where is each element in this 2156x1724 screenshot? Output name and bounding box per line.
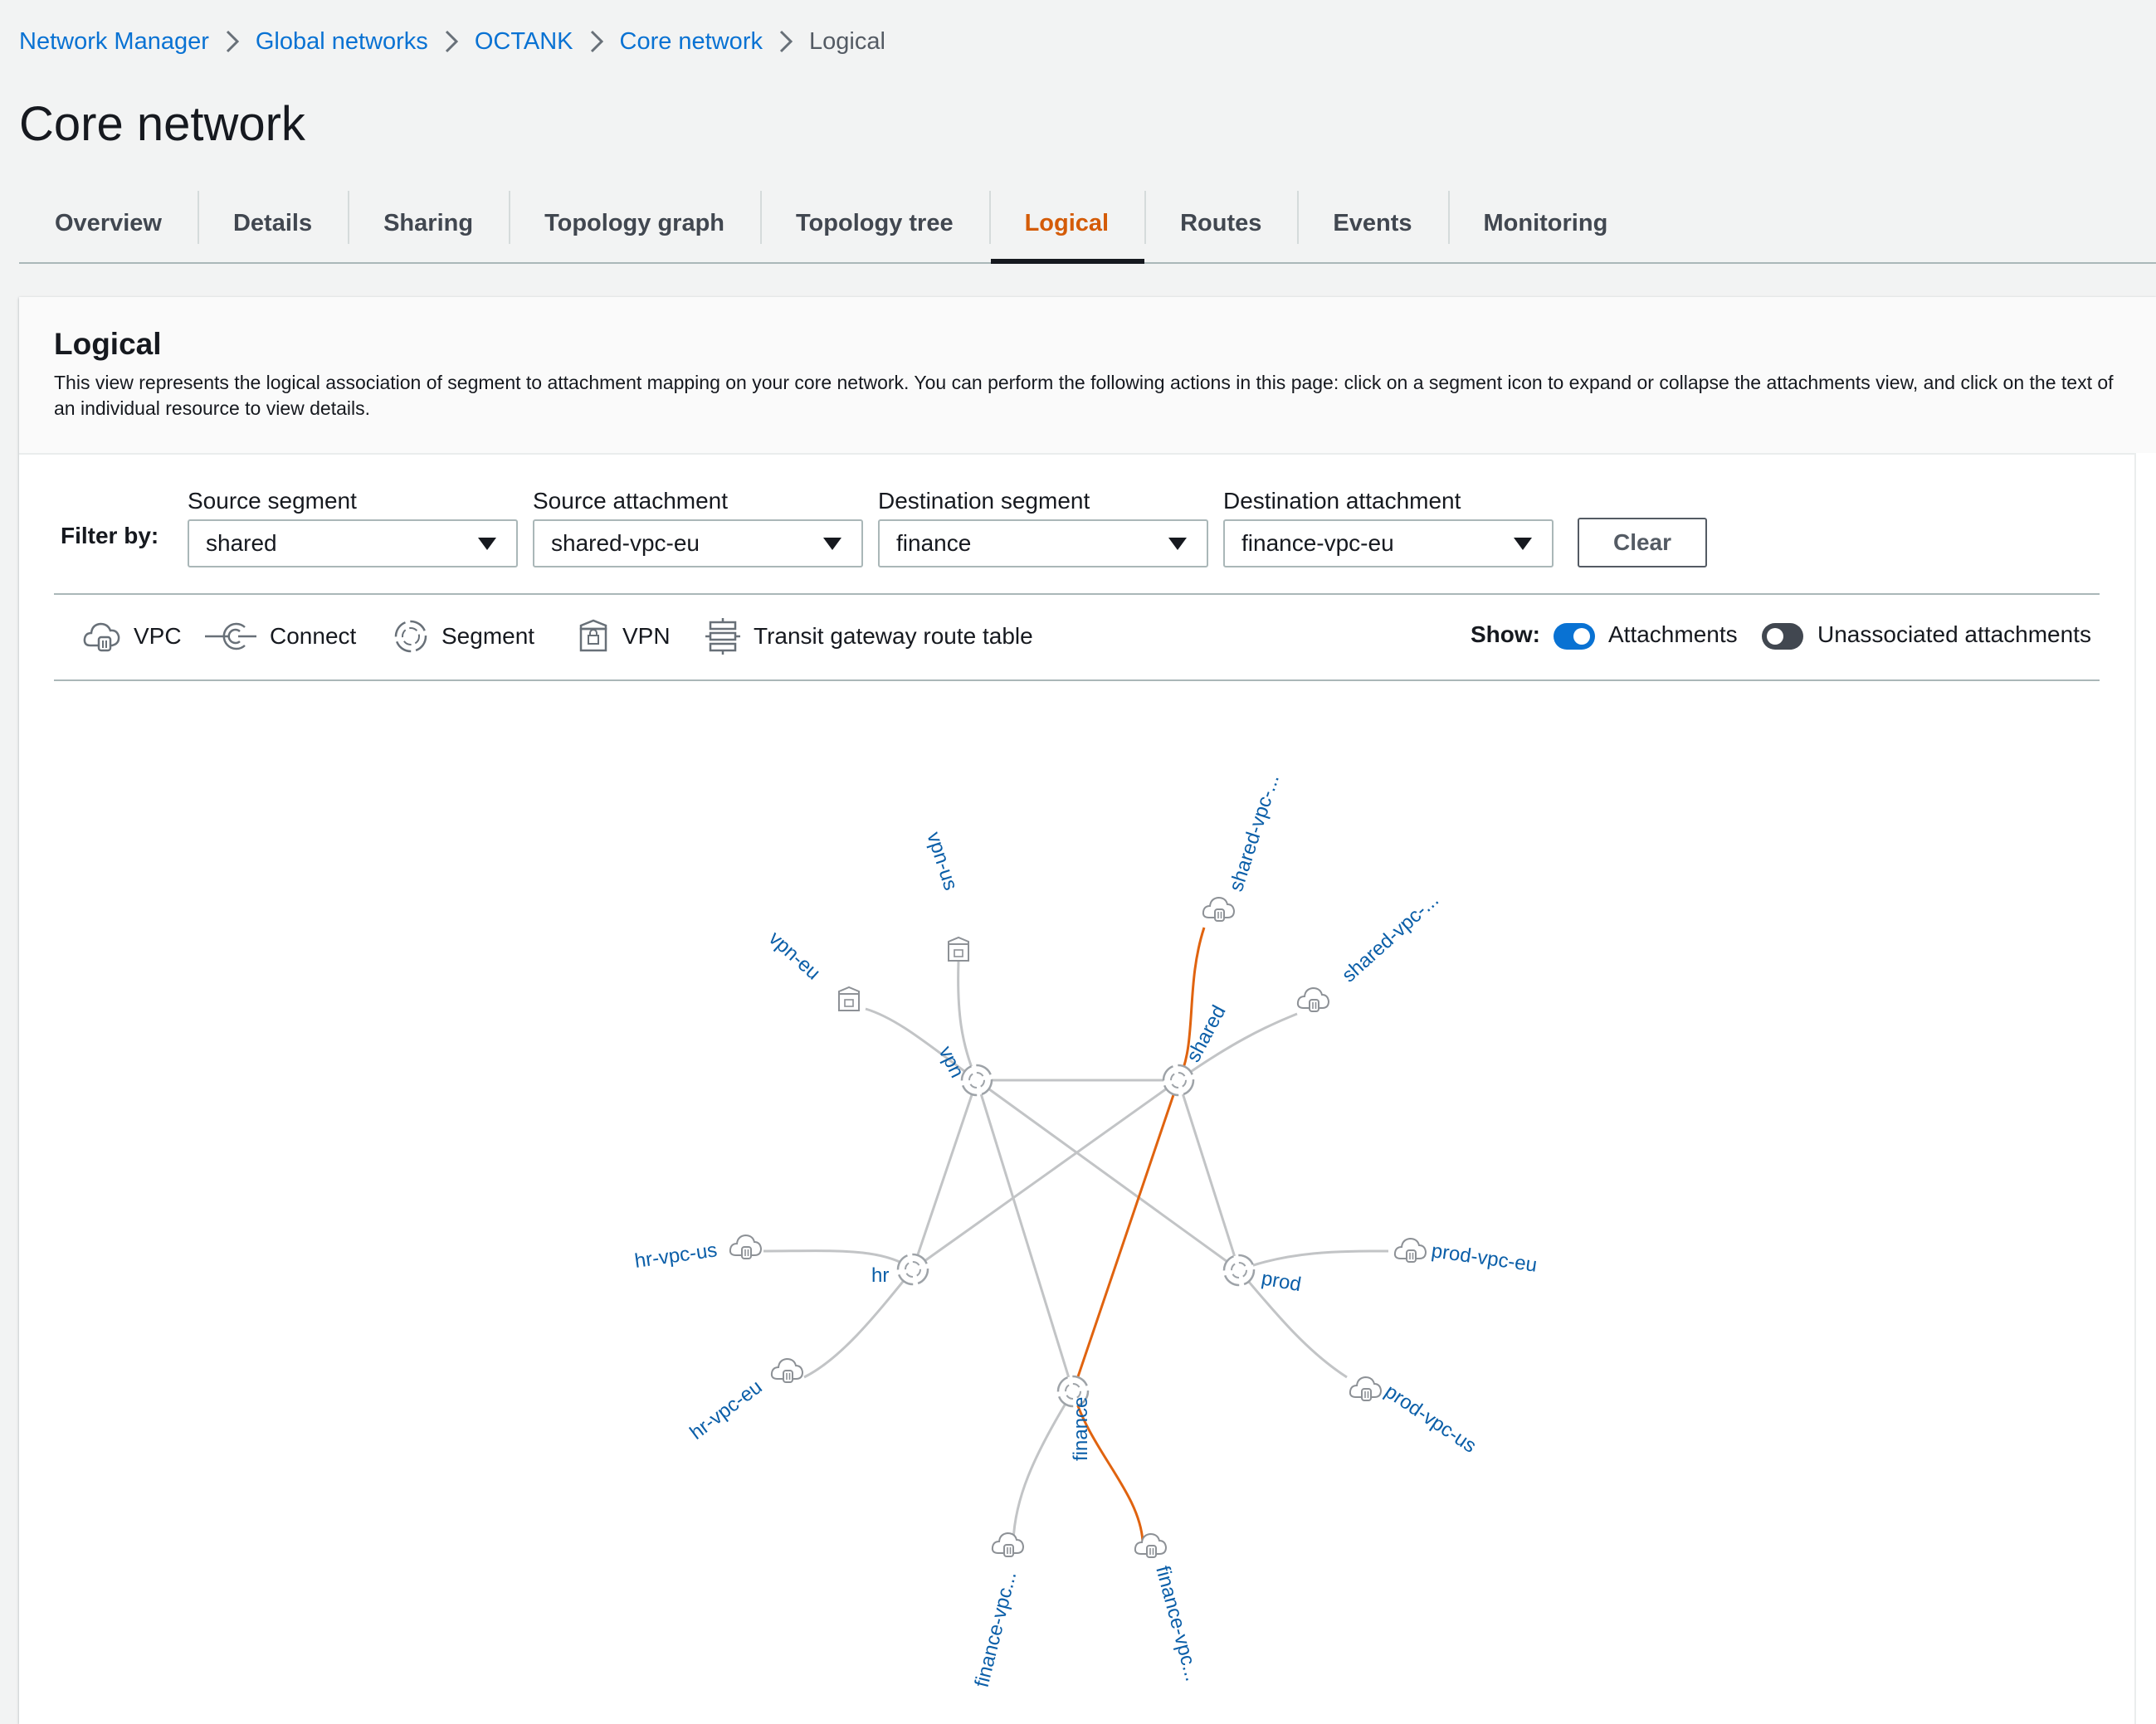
link-vpn-prod: [976, 1079, 1240, 1272]
logical-graph: vpn shared hr prod finance vpn-us vpn-eu…: [633, 772, 1539, 1689]
vpc-node-prod-vpc-us[interactable]: [1349, 1376, 1382, 1401]
tab-details[interactable]: Details: [197, 184, 348, 262]
breadcrumb-octank[interactable]: OCTANK: [475, 28, 573, 56]
attachment-label-vpn-us[interactable]: vpn-us: [922, 830, 962, 894]
segment-node-shared[interactable]: [1162, 1064, 1195, 1097]
vpc-node-shared-vpc-us[interactable]: [1202, 897, 1235, 922]
page-title: Core network: [19, 97, 305, 151]
link-vpn-hr: [911, 1079, 978, 1270]
link-vpn-finance: [975, 1079, 1075, 1392]
link-hr-hr-vpc-us: [763, 1249, 914, 1271]
link-hr-hr-vpc-eu: [803, 1269, 915, 1379]
tab-bar: Overview Details Sharing Topology graph …: [19, 184, 2156, 264]
link-prod-prod-vpc-eu: [1238, 1249, 1389, 1272]
breadcrumb-logical: Logical: [808, 27, 885, 55]
chevron-right-icon: [763, 30, 809, 53]
vpc-node-shared-vpc-eu[interactable]: [1296, 987, 1329, 1012]
tab-monitoring[interactable]: Monitoring: [1447, 184, 1644, 262]
tab-events[interactable]: Events: [1297, 184, 1447, 262]
vpc-node-hr-vpc-us[interactable]: [729, 1235, 762, 1259]
vertical-scrollbar[interactable]: [2134, 453, 2156, 1724]
attachment-label-shared-vpc-us[interactable]: shared-vpc-...: [1225, 772, 1284, 894]
tab-topology-graph[interactable]: Topology graph: [509, 184, 760, 262]
segment-label-prod[interactable]: prod: [1260, 1267, 1303, 1296]
tab-routes[interactable]: Routes: [1144, 184, 1297, 262]
tab-sharing[interactable]: Sharing: [348, 184, 509, 262]
vpn-node-vpn-eu[interactable]: [838, 986, 860, 1011]
breadcrumb-network-manager[interactable]: Network Manager: [19, 28, 209, 56]
breadcrumb-global-networks[interactable]: Global networks: [256, 28, 428, 56]
chevron-right-icon: [209, 30, 256, 53]
attachment-label-finance-vpc-us[interactable]: finance-vpc...: [971, 1569, 1022, 1689]
link-shared-hr: [912, 1079, 1179, 1271]
attachment-label-finance-vpc-eu[interactable]: finance-vpc...: [1151, 1564, 1203, 1684]
chevron-right-icon: [573, 30, 620, 53]
link-finance-finance-vpc-us: [1012, 1390, 1075, 1542]
attachment-label-prod-vpc-us[interactable]: prod-vpc-us: [1381, 1381, 1480, 1458]
chevron-right-icon: [428, 30, 475, 53]
tab-topology-tree[interactable]: Topology tree: [760, 184, 989, 262]
tab-logical[interactable]: Logical: [988, 184, 1145, 264]
link-shared-prod: [1177, 1079, 1241, 1271]
attachment-label-shared-vpc-eu[interactable]: shared-vpc-...: [1338, 889, 1443, 986]
vpn-node-vpn-us[interactable]: [948, 937, 969, 962]
attachment-label-hr-vpc-eu[interactable]: hr-vpc-eu: [685, 1376, 766, 1444]
attachment-label-hr-vpc-us[interactable]: hr-vpc-us: [633, 1239, 719, 1273]
attachment-label-vpn-eu[interactable]: vpn-eu: [764, 927, 825, 984]
vpc-node-prod-vpc-eu[interactable]: [1393, 1238, 1427, 1263]
logical-panel: Logical This view represents the logical…: [19, 297, 2156, 1724]
segment-node-prod[interactable]: [1222, 1254, 1256, 1287]
attachment-label-prod-vpc-eu[interactable]: prod-vpc-eu: [1430, 1239, 1539, 1277]
segment-node-hr[interactable]: [896, 1253, 929, 1286]
vpc-node-hr-vpc-eu[interactable]: [770, 1358, 803, 1383]
segment-label-hr[interactable]: hr: [871, 1264, 889, 1287]
segment-label-finance[interactable]: finance: [1070, 1397, 1092, 1461]
breadcrumb-core-network[interactable]: Core network: [620, 28, 763, 56]
vpc-node-finance-vpc-us[interactable]: [991, 1532, 1024, 1557]
vpc-node-finance-vpc-eu[interactable]: [1134, 1533, 1167, 1558]
breadcrumb: Network Manager Global networks OCTANK C…: [19, 23, 885, 60]
tab-overview[interactable]: Overview: [19, 184, 198, 262]
highlight-shared-to-finance: [1071, 1079, 1180, 1392]
